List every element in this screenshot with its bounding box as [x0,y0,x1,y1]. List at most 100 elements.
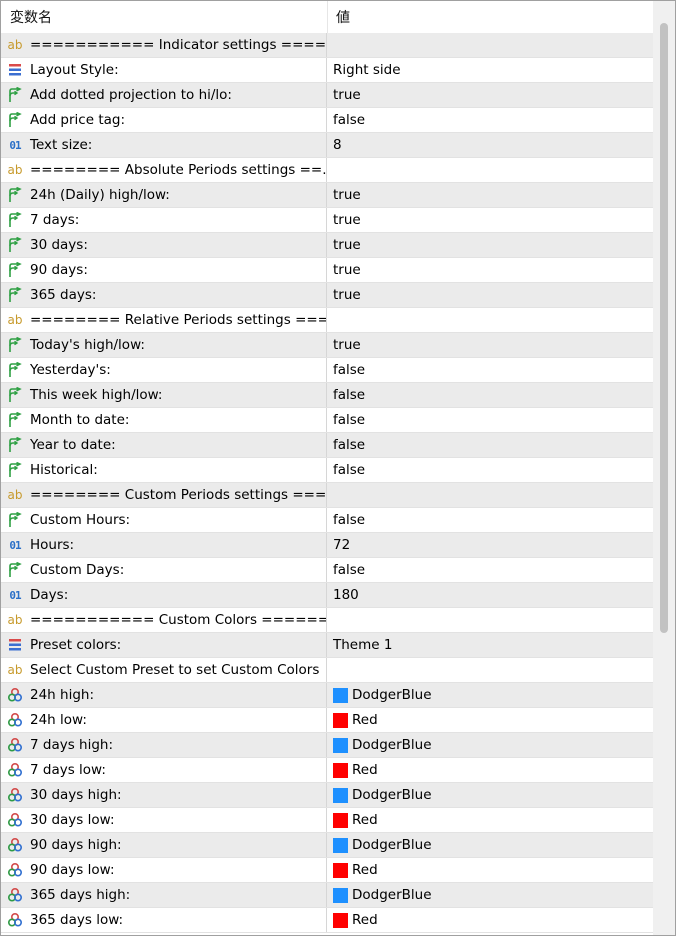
table-row[interactable]: Custom Hours: false [1,508,653,533]
value-cell[interactable]: false [327,383,653,407]
table-row[interactable]: This week high/low: false [1,383,653,408]
variable-cell: 7 days: [1,208,327,232]
value-cell[interactable]: true [327,208,653,232]
value-cell[interactable]: 8 [327,133,653,157]
scrollbar-thumb[interactable] [660,23,668,633]
table-row[interactable]: ab ======== Relative Periods settings ===… [1,308,653,333]
color-swatch[interactable] [333,688,348,703]
table-row[interactable]: 24h high: DodgerBlue [1,683,653,708]
variable-cell: ab Select Custom Preset to set Custom Col… [1,658,327,682]
variable-label: 7 days high: [30,737,114,753]
color-swatch[interactable] [333,863,348,878]
table-row[interactable]: ab ======== Custom Periods settings ===..… [1,483,653,508]
bool-icon [7,287,23,303]
value-cell[interactable]: false [327,358,653,382]
table-row[interactable]: 30 days: true [1,233,653,258]
bool-icon [7,337,23,353]
table-row[interactable]: 24h (Daily) high/low: true [1,183,653,208]
color-swatch[interactable] [333,888,348,903]
value-cell[interactable]: Theme 1 [327,633,653,657]
table-row[interactable]: 90 days high: DodgerBlue [1,833,653,858]
table-row[interactable]: Add price tag: false [1,108,653,133]
variable-label: Custom Hours: [30,512,131,528]
bool-icon [7,187,23,203]
table-row[interactable]: Month to date: false [1,408,653,433]
value-cell[interactable]: false [327,408,653,432]
column-header-variable[interactable]: 変数名 [1,1,327,33]
value-cell[interactable]: true [327,183,653,207]
value-cell[interactable] [327,308,653,332]
variable-cell: 30 days high: [1,783,327,807]
color-swatch[interactable] [333,763,348,778]
variable-cell: ab ======== Relative Periods settings ===… [1,308,327,332]
value-cell[interactable]: Red [327,758,653,782]
value-cell[interactable] [327,33,653,57]
table-row[interactable]: ab =========== Indicator settings ====... [1,33,653,58]
table-row[interactable]: 30 days high: DodgerBlue [1,783,653,808]
value-cell[interactable]: DodgerBlue [327,883,653,907]
table-row[interactable]: Yesterday's: false [1,358,653,383]
value-cell[interactable]: Red [327,908,653,932]
value-cell[interactable]: Red [327,808,653,832]
table-row[interactable]: 01 Days: 180 [1,583,653,608]
value-text: Red [352,862,378,878]
table-row[interactable]: Add dotted projection to hi/lo: true [1,83,653,108]
color-swatch[interactable] [333,838,348,853]
table-row[interactable]: 90 days: true [1,258,653,283]
value-cell[interactable]: DodgerBlue [327,833,653,857]
value-text: Right side [333,62,401,78]
grid-rows: ab =========== Indicator settings ====...… [1,33,653,933]
value-cell[interactable]: 180 [327,583,653,607]
table-row[interactable]: ab ======== Absolute Periods settings ==.… [1,158,653,183]
value-cell[interactable]: false [327,458,653,482]
table-row[interactable]: Preset colors: Theme 1 [1,633,653,658]
table-row[interactable]: ab Select Custom Preset to set Custom Col… [1,658,653,683]
value-cell[interactable]: false [327,433,653,457]
value-cell[interactable]: false [327,108,653,132]
table-row[interactable]: 01 Text size: 8 [1,133,653,158]
value-cell[interactable]: false [327,508,653,532]
value-cell[interactable]: true [327,233,653,257]
color-swatch[interactable] [333,913,348,928]
value-cell[interactable]: DodgerBlue [327,783,653,807]
table-row[interactable]: 90 days low: Red [1,858,653,883]
color-swatch[interactable] [333,813,348,828]
value-cell[interactable]: DodgerBlue [327,733,653,757]
table-row[interactable]: 365 days high: DodgerBlue [1,883,653,908]
table-row[interactable]: Year to date: false [1,433,653,458]
value-cell[interactable]: Red [327,708,653,732]
table-row[interactable]: Custom Days: false [1,558,653,583]
value-cell[interactable] [327,658,653,682]
value-cell[interactable]: true [327,283,653,307]
value-cell[interactable] [327,608,653,632]
value-cell[interactable]: Red [327,858,653,882]
value-cell[interactable] [327,158,653,182]
value-cell[interactable]: 72 [327,533,653,557]
value-cell[interactable] [327,483,653,507]
value-cell[interactable]: true [327,258,653,282]
column-header-value[interactable]: 値 [327,1,653,33]
value-cell[interactable]: false [327,558,653,582]
table-row[interactable]: Layout Style: Right side [1,58,653,83]
value-cell[interactable]: true [327,333,653,357]
table-row[interactable]: 365 days low: Red [1,908,653,933]
table-row[interactable]: 7 days high: DodgerBlue [1,733,653,758]
table-row[interactable]: Today's high/low: true [1,333,653,358]
value-cell[interactable]: Right side [327,58,653,82]
color-swatch[interactable] [333,738,348,753]
table-row[interactable]: ab =========== Custom Colors ======... [1,608,653,633]
table-row[interactable]: 24h low: Red [1,708,653,733]
table-row[interactable]: 365 days: true [1,283,653,308]
variable-label: 90 days high: [30,837,122,853]
bool-icon [7,87,23,103]
table-row[interactable]: Historical: false [1,458,653,483]
value-cell[interactable]: true [327,83,653,107]
color-swatch[interactable] [333,788,348,803]
table-row[interactable]: 30 days low: Red [1,808,653,833]
color-swatch[interactable] [333,713,348,728]
value-cell[interactable]: DodgerBlue [327,683,653,707]
table-row[interactable]: 01 Hours: 72 [1,533,653,558]
table-row[interactable]: 7 days: true [1,208,653,233]
table-row[interactable]: 7 days low: Red [1,758,653,783]
variable-cell: Month to date: [1,408,327,432]
